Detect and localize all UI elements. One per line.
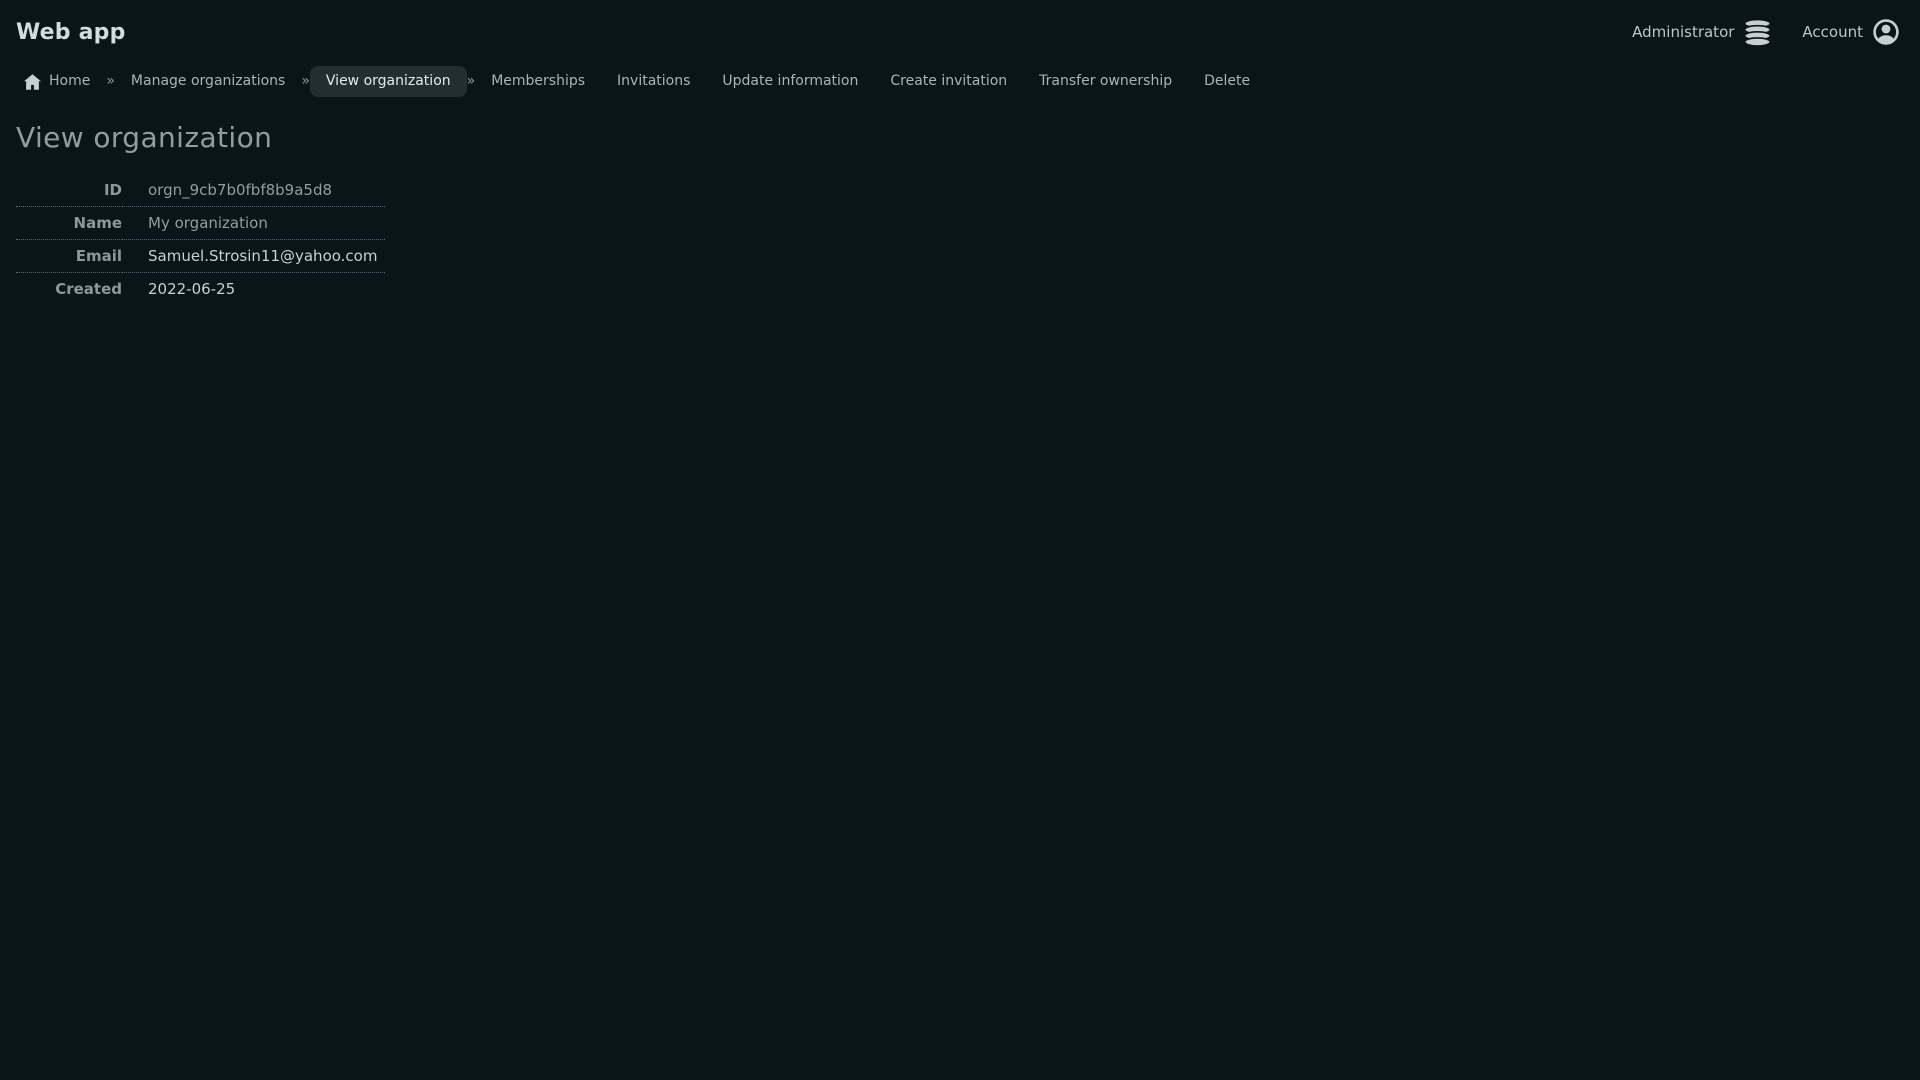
nav-item-memberships[interactable]: Memberships [475,66,601,97]
breadcrumb-separator-icon: » [466,73,476,89]
nav-item-update-information[interactable]: Update information [706,66,874,97]
table-row: Created 2022-06-25 [16,273,385,306]
breadcrumb-separator-icon: » [106,73,115,89]
nav-item-create-invitation[interactable]: Create invitation [874,66,1023,97]
administrator-link[interactable]: Administrator [1632,18,1772,46]
detail-label: Created [55,280,122,298]
breadcrumb-separator-icon: » [301,73,310,89]
topbar-right: Administrator Account [1632,18,1900,46]
nav-item-transfer-ownership[interactable]: Transfer ownership [1023,66,1188,97]
topbar: Web app Administrator Account [0,0,1920,46]
account-label: Account [1802,23,1863,41]
home-icon [24,73,41,90]
details-table: ID orgn_9cb7b0fbf8b9a5d8 Name My organiz… [16,174,386,306]
table-row: Email Samuel.Strosin11@yahoo.com [16,239,386,273]
nav-item-home[interactable]: Home [8,66,106,97]
app-title[interactable]: Web app [16,20,126,45]
page-title: View organization [16,121,273,154]
nav-item-manage-organizations[interactable]: Manage organizations [115,66,301,97]
nav-item-view-organization[interactable]: View organization [309,66,467,97]
detail-label: Name [16,206,122,240]
detail-value: My organization [122,206,386,240]
detail-label: Email [16,239,122,273]
table-row: Name My organization [16,206,386,240]
main-content: View organization ID orgn_9cb7b0fbf8b9a5… [0,124,1920,305]
user-circle-icon [1872,18,1900,46]
detail-label: ID [16,174,122,207]
nav-item-invitations[interactable]: Invitations [601,66,706,97]
table-row: ID orgn_9cb7b0fbf8b9a5d8 [16,174,386,207]
breadcrumb: Home» Manage organizations» View organizat… [0,66,1920,97]
detail-value: Samuel.Strosin11@yahoo.com [122,239,386,273]
detail-value: orgn_9cb7b0fbf8b9a5d8 [122,174,386,207]
administrator-label: Administrator [1632,23,1735,41]
account-link[interactable]: Account [1802,18,1900,46]
detail-value: 2022-06-25 [148,280,236,298]
nav-item-delete[interactable]: Delete [1188,66,1266,97]
database-icon [1743,18,1772,46]
